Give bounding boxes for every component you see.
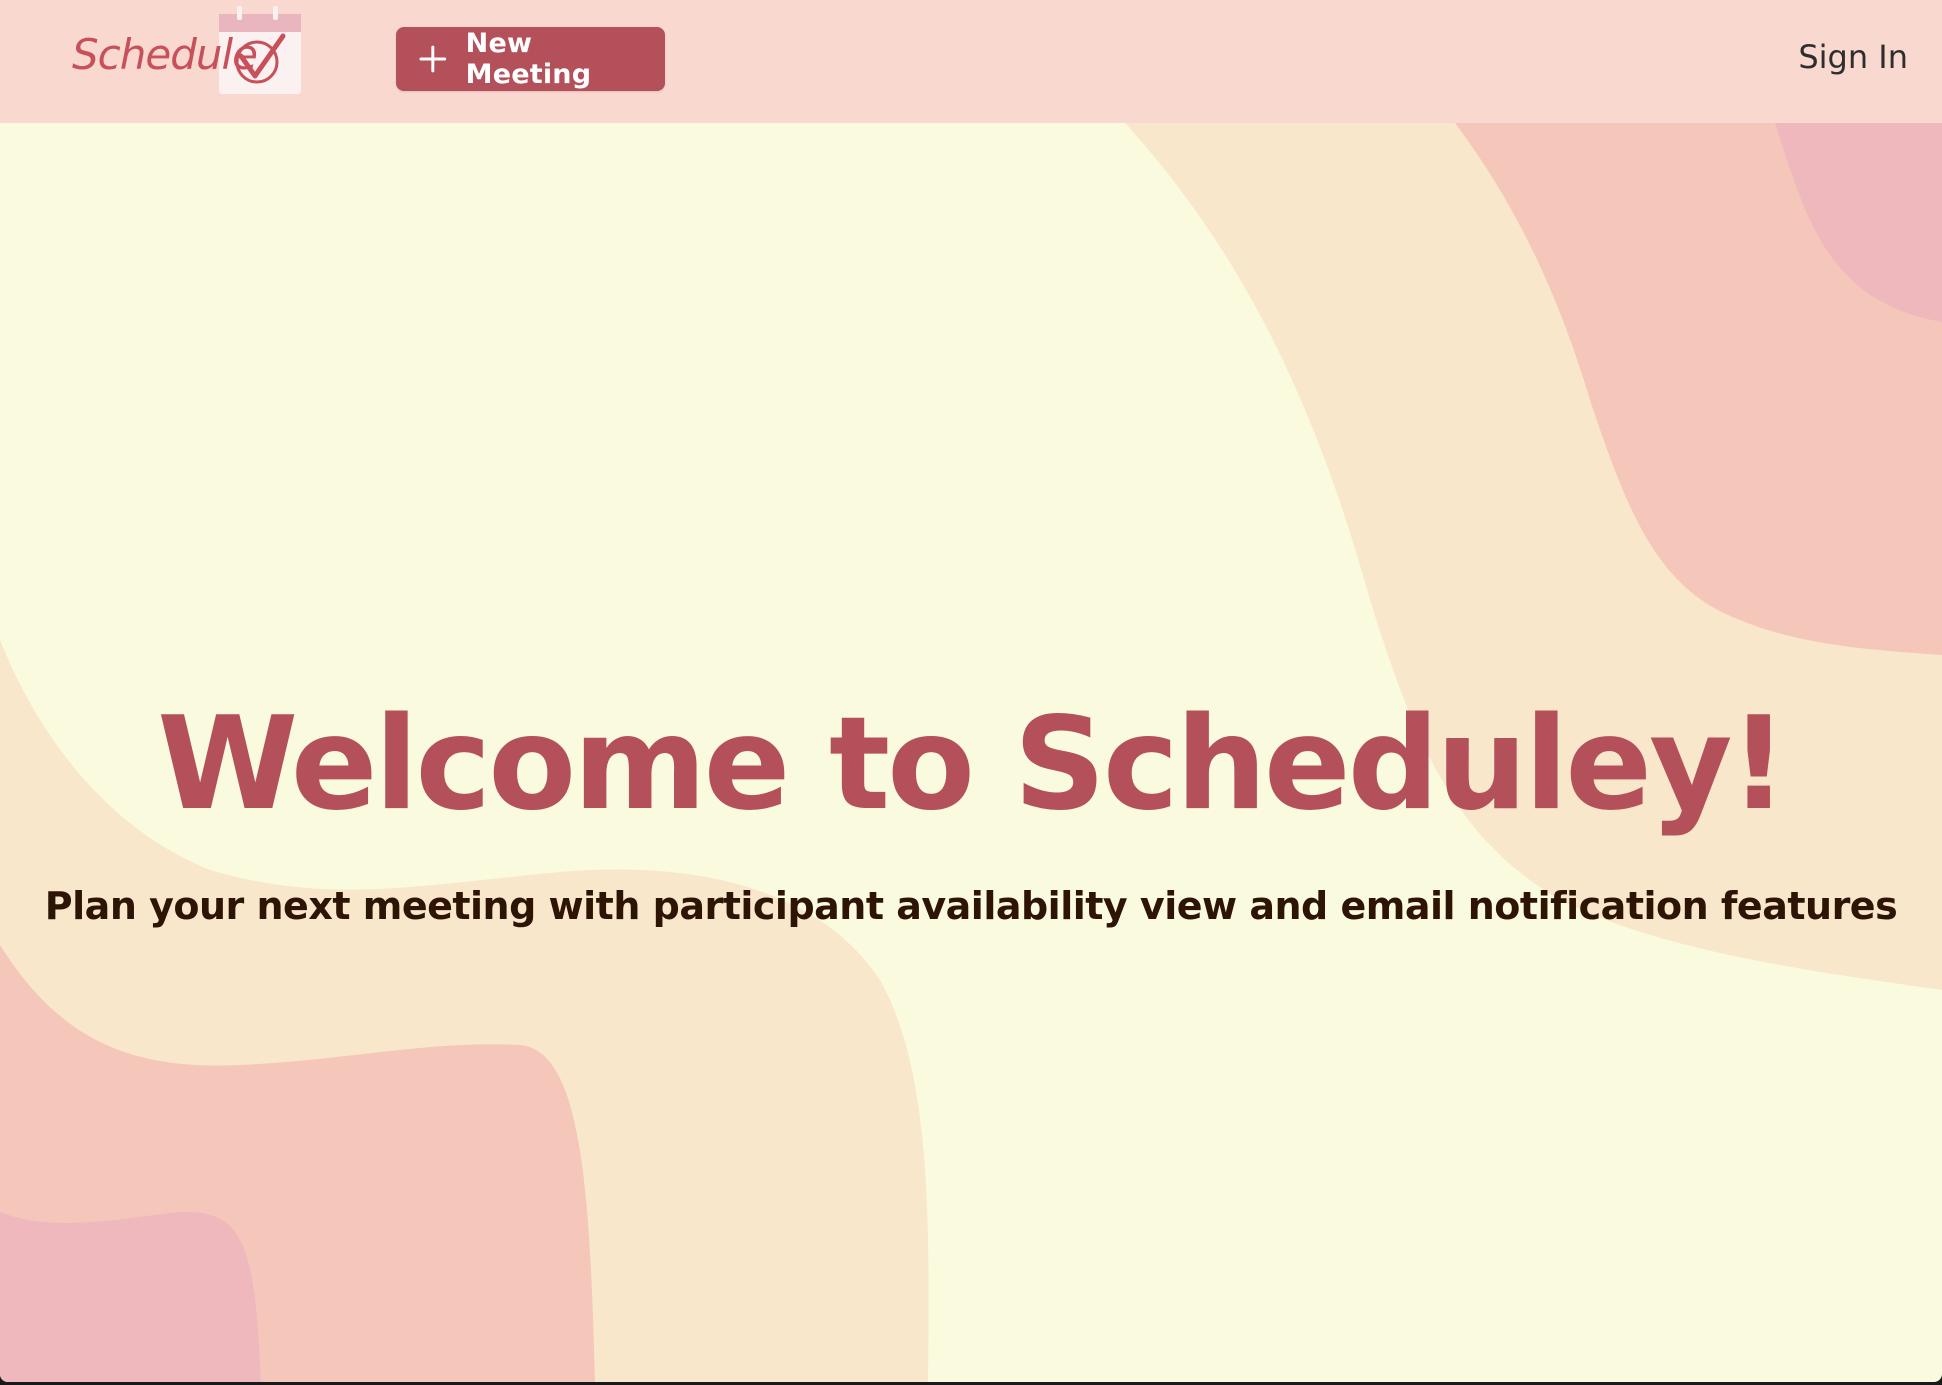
app-window: Schedule New Meeting Sign In Welcome to … <box>0 0 1942 1382</box>
wave-bottom-left-inner <box>0 1211 261 1382</box>
new-meeting-button[interactable]: New Meeting <box>396 27 665 91</box>
top-navbar: Schedule New Meeting Sign In <box>0 0 1942 123</box>
app-logo[interactable]: Schedule <box>72 6 304 98</box>
logo-text: Schedule <box>72 30 258 79</box>
hero-title: Welcome to Scheduley! <box>157 690 1788 839</box>
sign-in-link[interactable]: Sign In <box>1798 38 1908 76</box>
hero-subtitle: Plan your next meeting with participant … <box>44 884 1898 928</box>
new-meeting-label: New Meeting <box>465 28 592 90</box>
plus-icon <box>419 45 447 73</box>
